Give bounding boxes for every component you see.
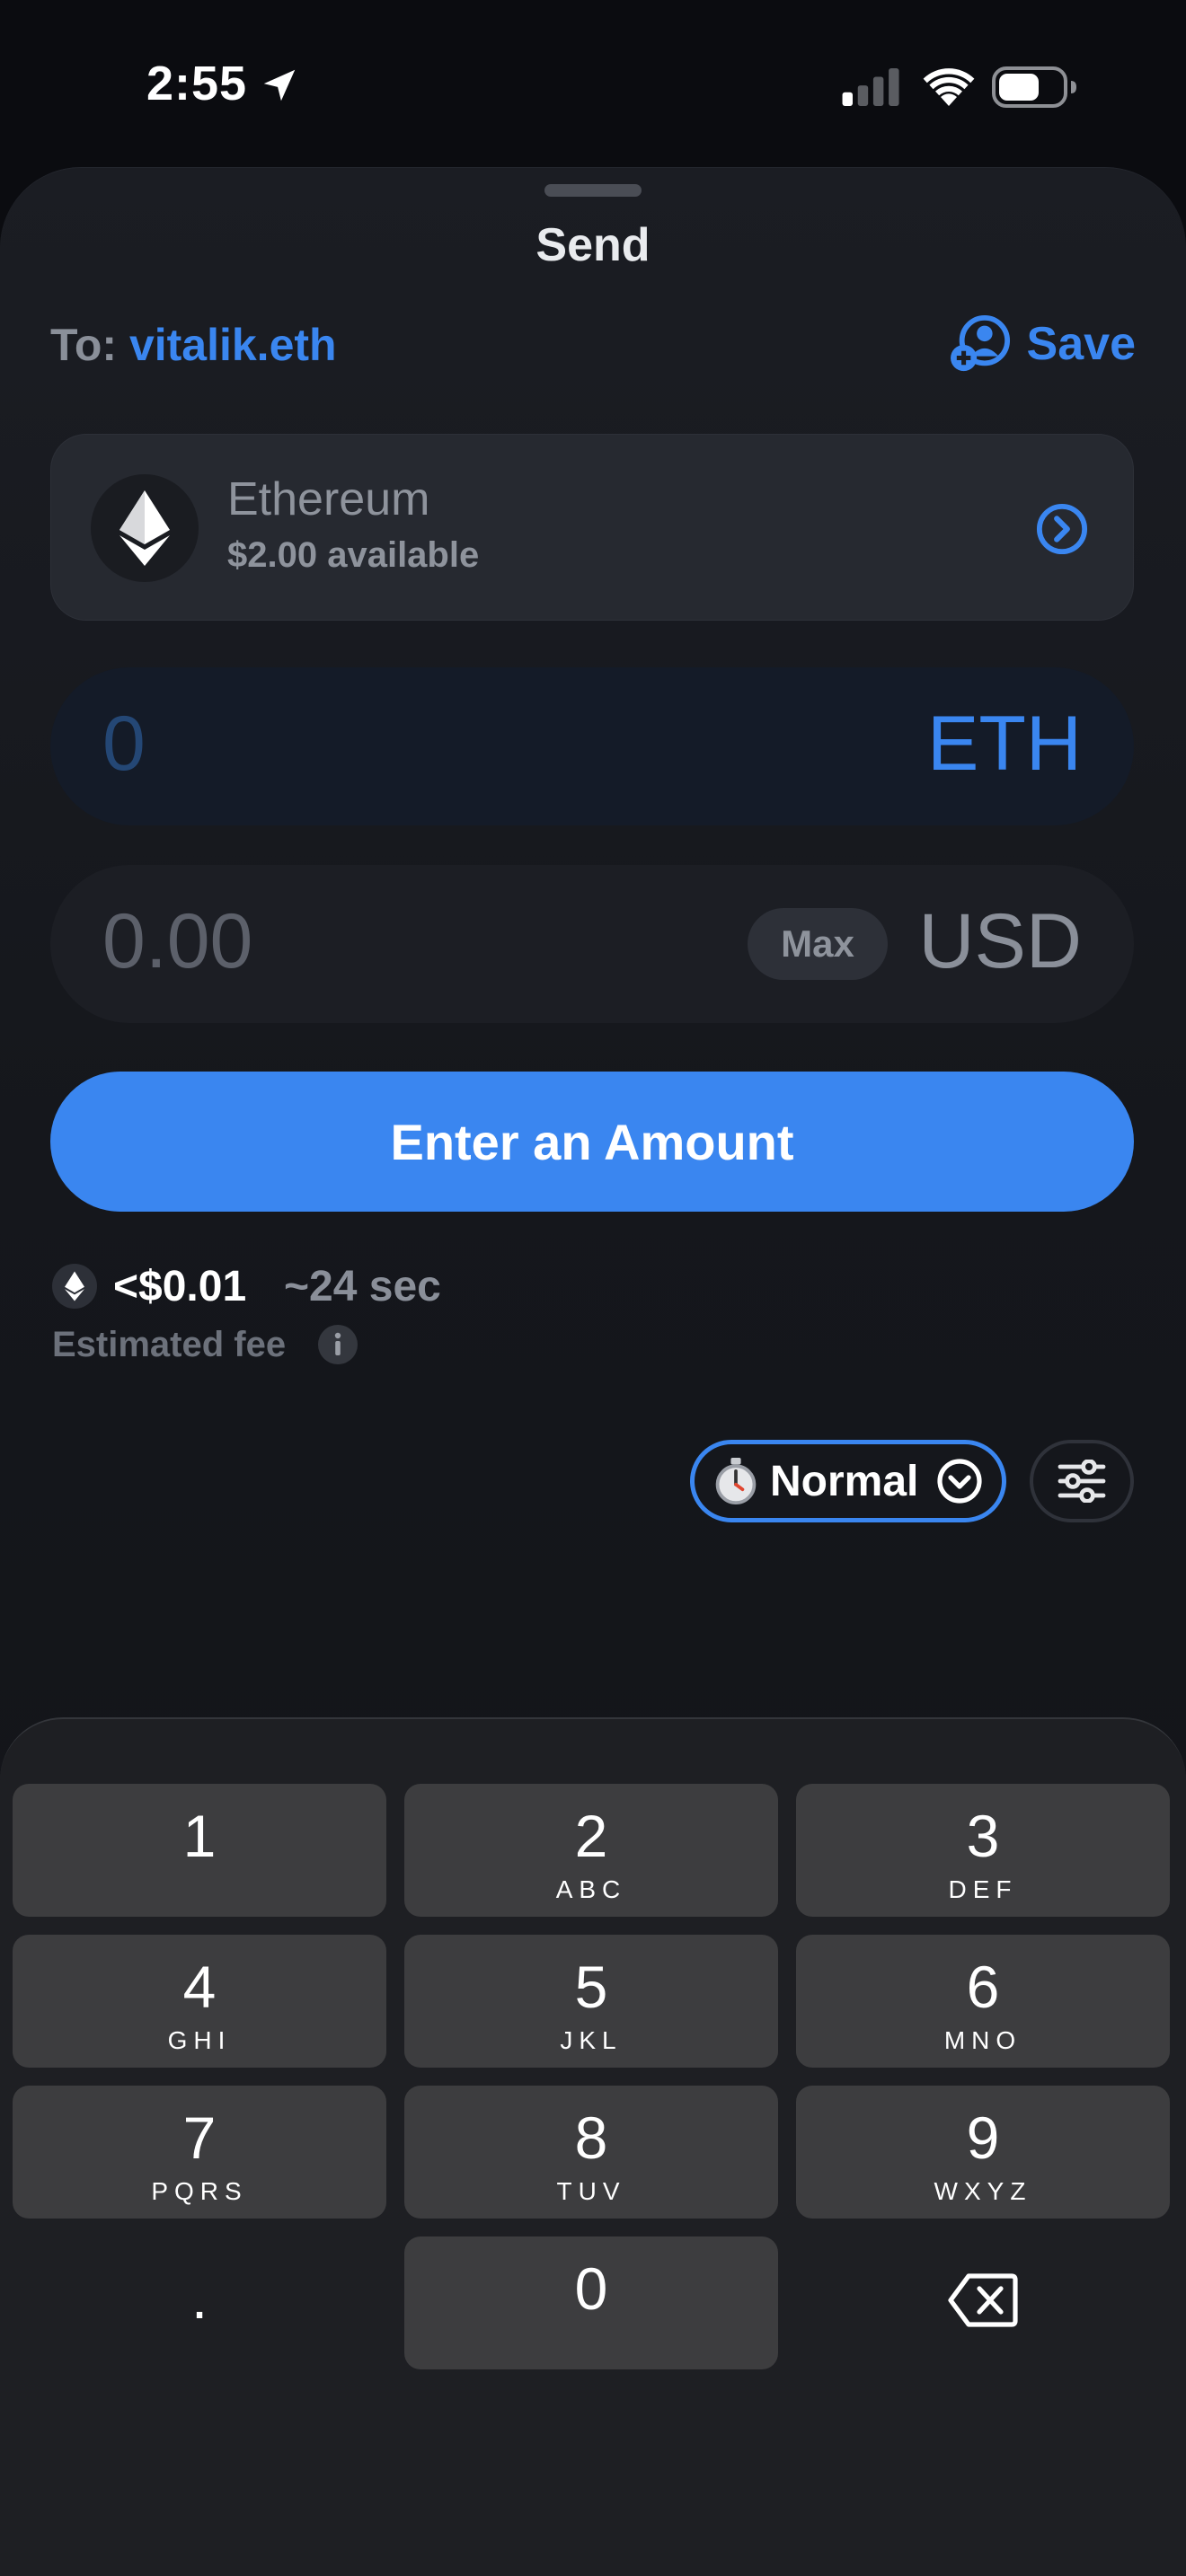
ethereum-icon (119, 490, 170, 566)
status-time: 2:55 (146, 57, 248, 110)
battery-icon (992, 66, 1076, 108)
recipient-row: To: vitalik.eth (50, 319, 337, 371)
eth-amount-input[interactable]: 0 ETH (50, 667, 1134, 825)
recipient-label: To: (50, 320, 118, 370)
gas-settings-button[interactable] (1030, 1440, 1134, 1522)
key-1[interactable]: 1 (13, 1784, 386, 1917)
key-4[interactable]: 4 GHI (13, 1935, 386, 2068)
fee-ethereum-icon (52, 1264, 97, 1309)
usd-unit-label: USD (918, 898, 1082, 984)
key-0[interactable]: 0 (404, 2236, 778, 2369)
numeric-keypad: 1 2 ABC 3 DEF 4 GHI 5 JKL 6 MNO 7 PQRS 8 (0, 1717, 1186, 2576)
fee-time-estimate: ~24 sec (284, 1263, 441, 1310)
key-8[interactable]: 8 TUV (404, 2086, 778, 2219)
key-9[interactable]: 9 WXYZ (796, 2086, 1170, 2219)
recipient-name[interactable]: vitalik.eth (129, 320, 337, 370)
save-label: Save (1026, 318, 1136, 370)
max-button[interactable]: Max (748, 908, 888, 980)
usd-amount-value: 0.00 (102, 898, 253, 984)
gas-speed-selector[interactable]: Normal (690, 1440, 1006, 1522)
eth-amount-value: 0 (102, 701, 146, 787)
chevron-right-circle-icon (1036, 503, 1088, 555)
asset-logo (91, 474, 199, 582)
wifi-icon (923, 68, 975, 106)
sliders-icon (1058, 1460, 1106, 1503)
asset-available-balance: $2.00 available (227, 535, 480, 575)
add-contact-icon (950, 314, 1010, 372)
enter-amount-button[interactable]: Enter an Amount (50, 1072, 1134, 1212)
asset-selector[interactable]: Ethereum $2.00 available (50, 434, 1134, 621)
cellular-signal-icon (842, 68, 899, 106)
key-5[interactable]: 5 JKL (404, 1935, 778, 2068)
key-delete[interactable] (796, 2236, 1170, 2369)
fee-amount: <$0.01 (113, 1263, 247, 1310)
key-decimal[interactable]: . (13, 2236, 386, 2369)
sheet-grabber[interactable] (544, 184, 642, 197)
key-3[interactable]: 3 DEF (796, 1784, 1170, 1917)
key-6[interactable]: 6 MNO (796, 1935, 1170, 2068)
info-icon[interactable] (316, 1323, 359, 1366)
fee-label: Estimated fee (52, 1325, 287, 1364)
gas-speed-label: Normal (770, 1457, 919, 1505)
eth-unit-label: ETH (927, 701, 1082, 787)
save-contact-button[interactable]: Save (950, 312, 1136, 376)
location-arrow-icon (263, 69, 296, 101)
sheet-title: Send (535, 219, 651, 271)
chevron-down-circle-icon (937, 1459, 982, 1504)
stopwatch-icon (715, 1458, 757, 1504)
status-bar: 2:55 (0, 0, 1186, 171)
key-7[interactable]: 7 PQRS (13, 2086, 386, 2219)
key-2[interactable]: 2 ABC (404, 1784, 778, 1917)
send-screen: 2:55 Send To: vitalik.eth Save Ethereum … (0, 0, 1186, 2576)
usd-amount-input[interactable]: 0.00 Max USD (50, 865, 1134, 1023)
asset-name: Ethereum (227, 473, 430, 525)
backspace-icon (948, 2273, 1018, 2327)
